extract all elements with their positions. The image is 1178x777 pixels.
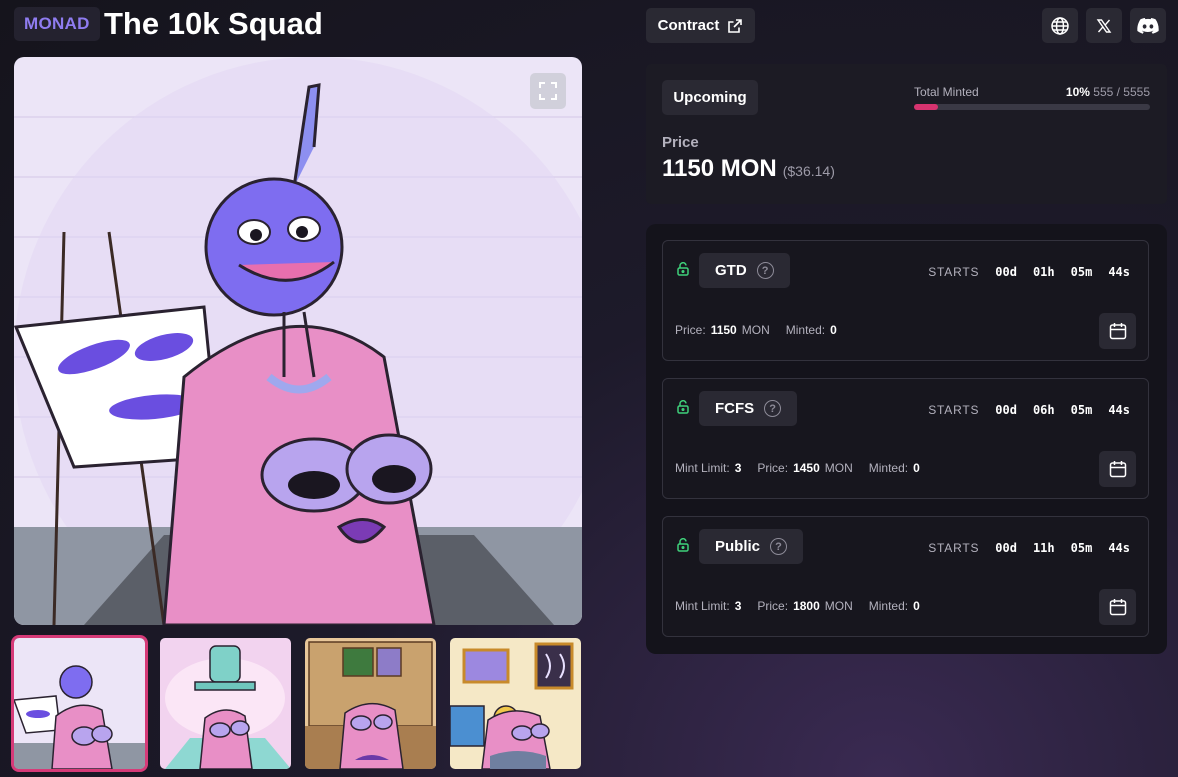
starts-label: STARTS [928,403,980,417]
collection-title: The 10k Squad [104,6,323,41]
phase-name-button[interactable]: FCFS ? [699,391,798,426]
countdown-seconds: 44s [1108,403,1130,417]
website-button[interactable] [1042,8,1078,43]
phase-price: 1450 [793,461,820,475]
countdown-days: 00d [995,403,1017,417]
phase-currency: MON [741,323,770,337]
minted-percent: 10% [1065,85,1090,99]
thumbnail-4[interactable] [450,638,581,769]
unlock-icon [677,400,689,414]
countdown-hours: 01h [1032,265,1055,279]
minted-label: Minted: [868,599,909,613]
phase-currency: MON [824,461,853,475]
price-label: Price: [757,599,789,613]
mint-phases-panel: GTD ? STARTS 00d 01h 05m 44s Price: 1150… [646,224,1167,654]
external-link-icon [728,18,743,33]
add-to-calendar-button[interactable] [1099,313,1136,349]
phase-name-button[interactable]: GTD ? [699,253,790,288]
countdown-seconds: 44s [1108,541,1130,555]
phase-countdown: STARTS 00d 01h 05m 44s [928,265,1130,279]
add-to-calendar-button[interactable] [1099,589,1136,625]
countdown-seconds: 44s [1108,265,1130,279]
calendar-icon [1109,461,1126,478]
main-artwork [14,57,582,625]
mint-summary-card: Upcoming Total Minted 10% 555 / 5555 Pri… [646,64,1167,204]
total-minted-label: Total Minted [914,85,979,99]
minted-label: Minted: [868,461,909,475]
phase-price: 1800 [793,599,820,613]
price-amount: 1150 MON [662,155,777,182]
phase-minted: 0 [913,599,920,613]
help-icon[interactable]: ? [770,538,788,555]
calendar-icon [1109,323,1126,340]
status-badge: Upcoming [662,80,758,115]
mint-limit-label: Mint Limit: [675,461,730,475]
mint-limit-label: Mint Limit: [675,599,730,613]
countdown-days: 00d [995,265,1017,279]
expand-image-button[interactable] [530,73,566,109]
starts-label: STARTS [928,265,980,279]
unlock-icon [677,538,689,552]
discord-icon [1137,17,1159,34]
phase-mint-limit: 3 [734,461,742,475]
phase-details: Mint Limit: 3 Price: 1450 MON Minted: 0 [675,461,920,475]
phase-name: FCFS [715,400,755,417]
help-icon[interactable]: ? [764,400,782,417]
minted-progress-fill [914,104,938,110]
phase-name-button[interactable]: Public ? [699,529,804,564]
phase-minted: 0 [913,461,920,475]
calendar-icon [1109,599,1126,616]
add-to-calendar-button[interactable] [1099,451,1136,487]
chain-badge: MONAD [14,7,100,41]
discord-button[interactable] [1130,8,1166,43]
price-label: Price: [757,461,789,475]
x-icon [1096,18,1112,33]
phase-card-fcfs: FCFS ? STARTS 00d 06h 05m 44s Mint Limit… [662,378,1149,499]
countdown-minutes: 05m [1070,403,1093,417]
countdown-minutes: 05m [1070,541,1093,555]
phase-name: GTD [715,262,747,279]
unlock-icon [677,262,689,276]
minted-count: 555 / 5555 [1093,85,1150,99]
thumbnail-1[interactable] [14,638,145,769]
expand-icon [539,82,557,100]
x-button[interactable] [1086,8,1122,43]
minted-stats: 10% 555 / 5555 [1066,85,1150,99]
phase-card-gtd: GTD ? STARTS 00d 01h 05m 44s Price: 1150… [662,240,1149,361]
countdown-hours: 06h [1032,403,1055,417]
minted-progress-bar [914,104,1150,110]
phase-card-public: Public ? STARTS 00d 11h 05m 44s Mint Lim… [662,516,1149,637]
price-value: 1150 MON ($36.14) [662,155,835,183]
minted-label: Minted: [785,323,826,337]
countdown-days: 00d [995,541,1017,555]
phase-minted: 0 [830,323,837,337]
phase-countdown: STARTS 00d 11h 05m 44s [928,541,1130,555]
starts-label: STARTS [928,541,980,555]
price-usd: ($36.14) [782,163,835,179]
phase-countdown: STARTS 00d 06h 05m 44s [928,403,1130,417]
thumbnail-2[interactable] [160,638,291,769]
help-icon[interactable]: ? [756,262,774,279]
countdown-hours: 11h [1032,541,1055,555]
contract-button[interactable]: Contract [646,8,755,43]
phase-details: Mint Limit: 3 Price: 1800 MON Minted: 0 [675,599,920,613]
globe-icon [1051,16,1069,35]
phase-name: Public [715,538,761,555]
price-label: Price: [675,323,706,337]
price-label: Price [662,134,699,151]
phase-currency: MON [824,599,853,613]
phase-details: Price: 1150 MON Minted: 0 [675,323,837,337]
phase-mint-limit: 3 [734,599,742,613]
phase-price: 1150 [710,323,737,337]
contract-label: Contract [657,17,720,34]
countdown-minutes: 05m [1070,265,1093,279]
thumbnail-3[interactable] [305,638,436,769]
